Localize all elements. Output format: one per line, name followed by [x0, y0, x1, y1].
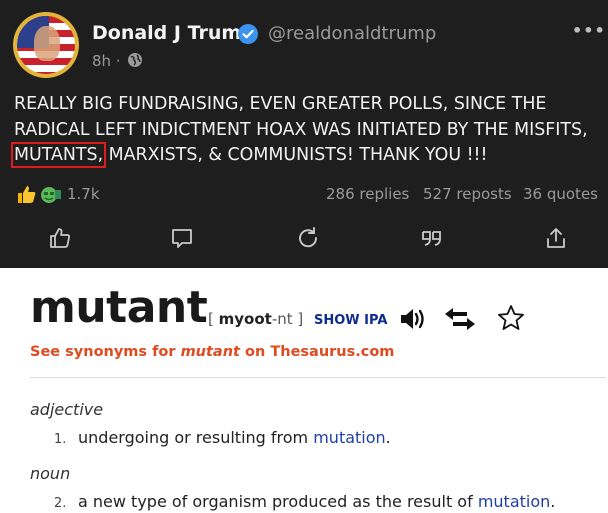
post-body: REALLY BIG FUNDRAISING, EVEN GREATER POL… — [10, 92, 604, 169]
repost-button[interactable] — [296, 226, 320, 250]
thumbs-up-emoji-icon — [18, 186, 36, 203]
money-face-emoji-icon — [41, 187, 61, 203]
synonyms-link[interactable]: See synonyms for mutant on Thesaurus.com — [30, 344, 394, 360]
definition-body: a new type of organism produced as the r… — [78, 492, 478, 511]
globe-icon — [128, 53, 142, 67]
show-ipa-button[interactable]: SHOW IPA — [314, 313, 387, 328]
reaction-icons[interactable] — [16, 184, 62, 204]
definition-end: . — [550, 492, 556, 511]
replies-count[interactable]: 286 replies — [326, 185, 409, 203]
definition-text: a new type of organism produced as the r… — [78, 492, 555, 511]
quote-button[interactable] — [420, 226, 444, 250]
quotes-count[interactable]: 36 quotes — [523, 185, 598, 203]
quote-icon — [422, 231, 441, 246]
mutation-link[interactable]: mutation — [478, 492, 550, 511]
dictionary-headword: mutant — [30, 282, 208, 333]
post-text-after: MARXISTS, & COMMUNISTS! THANK YOU !!! — [103, 145, 488, 165]
section-divider — [30, 377, 606, 378]
pron-rest: -nt ] — [271, 310, 304, 328]
social-post: Donald J Trump @realdonaldtrump 8h · •••… — [0, 0, 608, 268]
definition-body: undergoing or resulting from — [78, 428, 314, 447]
more-options-button[interactable]: ••• — [572, 21, 606, 40]
synonyms-word: mutant — [180, 344, 240, 360]
reposts-count[interactable]: 527 reposts — [423, 185, 512, 203]
synonyms-suffix: on Thesaurus.com — [239, 344, 395, 360]
post-time-value: 8h — [92, 52, 112, 70]
part-of-speech-noun: noun — [30, 464, 71, 483]
verified-badge-icon — [238, 24, 258, 44]
avatar-face — [34, 26, 60, 62]
author-handle[interactable]: @realdonaldtrump — [268, 23, 436, 44]
star-icon[interactable] — [496, 303, 526, 333]
pronunciation: [ myoot-nt ] — [208, 310, 303, 328]
share-button[interactable] — [544, 226, 568, 250]
repost-icon — [299, 227, 317, 248]
like-button[interactable] — [48, 226, 72, 250]
definition-end: . — [385, 428, 391, 447]
synonyms-prefix: See synonyms for — [30, 344, 181, 360]
swap-arrows-icon[interactable] — [443, 305, 477, 333]
avatar[interactable] — [13, 12, 79, 78]
highlighted-word: MUTANTS, — [10, 142, 107, 168]
part-of-speech-adjective: adjective — [30, 400, 104, 419]
pron-stress: myoot — [218, 310, 272, 328]
post-time: 8h · — [92, 52, 121, 70]
like-icon — [50, 228, 70, 248]
reaction-count[interactable]: 1.7k — [67, 185, 100, 203]
share-icon — [547, 228, 565, 248]
definition-number: 1. — [54, 432, 67, 447]
comment-icon — [172, 229, 192, 248]
speaker-icon[interactable] — [399, 306, 427, 332]
avatar-image — [17, 16, 75, 74]
definition-number: 2. — [54, 496, 67, 511]
author-name[interactable]: Donald J Trump — [92, 22, 255, 44]
pron-open: [ — [208, 310, 219, 328]
mutation-link[interactable]: mutation — [313, 428, 385, 447]
post-text-before: REALLY BIG FUNDRAISING, EVEN GREATER POL… — [14, 94, 588, 140]
definition-text: undergoing or resulting from mutation. — [78, 428, 391, 447]
comment-button[interactable] — [170, 226, 194, 250]
